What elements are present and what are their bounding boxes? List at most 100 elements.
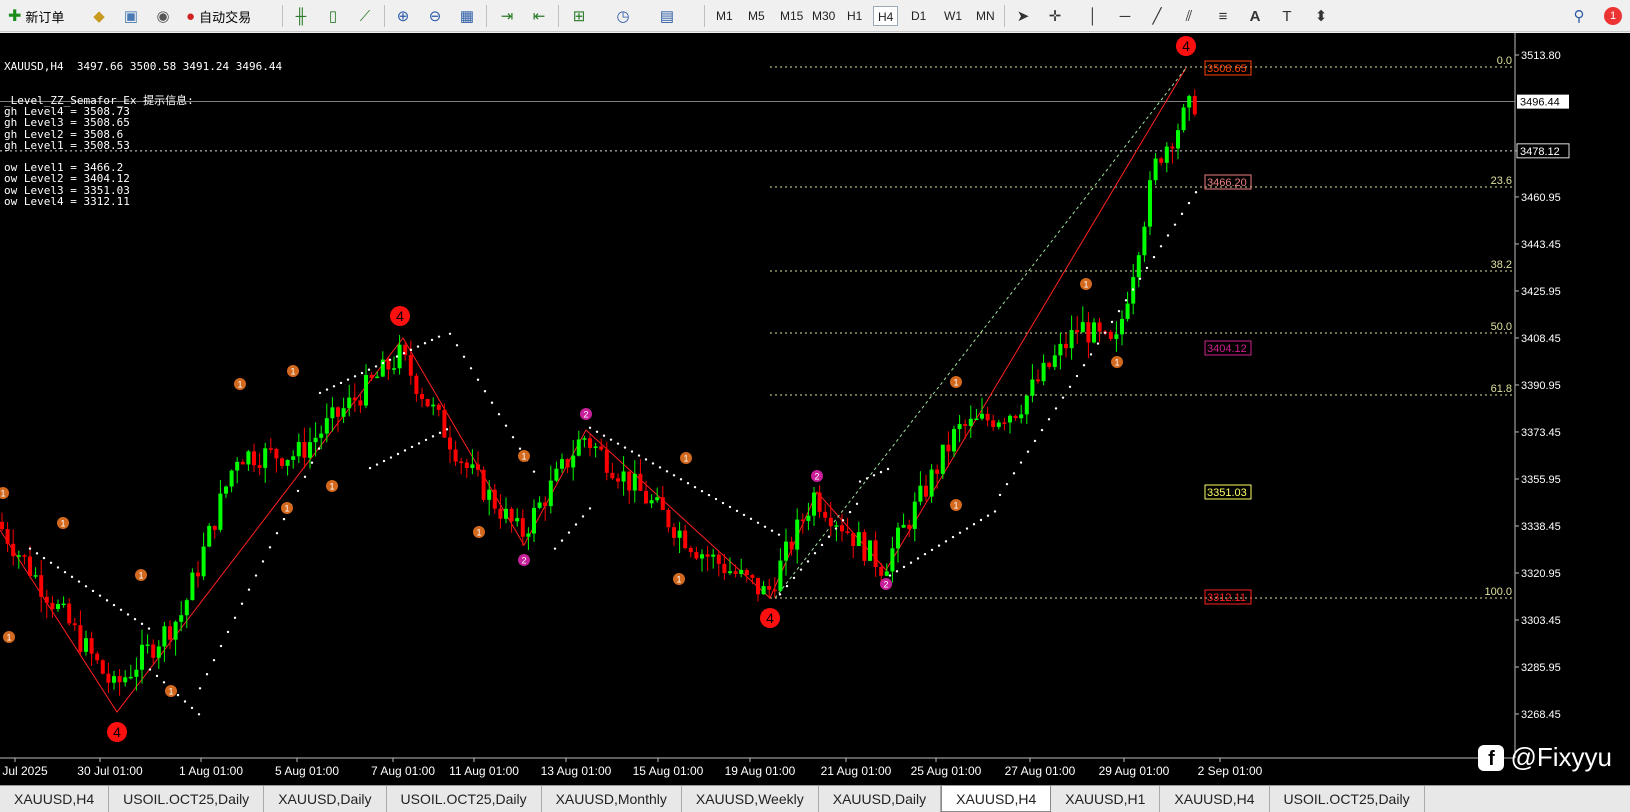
candle-body — [599, 446, 604, 450]
candle-body — [711, 554, 716, 557]
candle-body — [1080, 322, 1085, 333]
text-label-icon[interactable]: T — [1276, 5, 1298, 27]
crosshair-icon[interactable]: ✛ — [1044, 5, 1066, 27]
chart-shift-icon[interactable]: ⇤ — [528, 5, 550, 27]
timeframe-m1[interactable]: M1 — [712, 6, 737, 26]
fibonacci-level-label: 38.2 — [1491, 259, 1512, 271]
sar-dot — [430, 338, 434, 342]
sar-dot — [909, 561, 913, 564]
sar-dot — [1005, 482, 1009, 486]
equidistant-channel-icon[interactable]: ⫽ — [1178, 5, 1200, 27]
candle-body — [890, 548, 895, 572]
candle-body — [364, 374, 368, 406]
candle-body — [795, 519, 800, 550]
new-order-label: 新订单 — [25, 9, 65, 25]
candle-body — [134, 669, 139, 677]
arrows-icon[interactable]: ⬍ — [1310, 5, 1332, 27]
candle-body — [106, 673, 111, 683]
sar-dot — [972, 523, 976, 526]
chart-tab[interactable]: XAUUSD,H4 — [0, 786, 110, 812]
candle-body — [1008, 415, 1012, 423]
timeframe-m15[interactable]: M15 — [776, 6, 807, 26]
candle-body — [123, 677, 128, 683]
new-order-button[interactable]: ✚ 新订单 — [8, 4, 64, 28]
candle-body — [336, 407, 340, 417]
text-icon[interactable]: A — [1244, 5, 1266, 27]
level-box-label: 3508.65 — [1207, 63, 1247, 75]
price-chart[interactable]: 3513.80 3478.12 3460.95 3443.45 3425.95 3408.… — [0, 33, 1630, 785]
candle-body — [33, 575, 38, 577]
chart-tab[interactable]: USOIL.OCT25,Daily — [387, 786, 542, 812]
semafor-marker-label: 4 — [113, 724, 121, 740]
chart-tab[interactable]: XAUUSD,Monthly — [542, 786, 682, 812]
timeframe-mn[interactable]: MN — [972, 6, 999, 26]
horizontal-line-icon[interactable]: ─ — [1114, 5, 1136, 27]
candle-body — [655, 497, 660, 501]
time-tick-label: 25 Aug 01:00 — [911, 764, 982, 778]
candle-body — [224, 486, 228, 494]
zoom-out-icon[interactable]: ⊖ — [424, 5, 446, 27]
timeframe-m30[interactable]: M30 — [808, 6, 839, 26]
periods-icon[interactable]: ◷ — [612, 5, 634, 27]
search-icon[interactable]: ⚲ — [1568, 5, 1590, 27]
sar-dot — [665, 470, 669, 473]
candle-body — [823, 511, 828, 518]
chart-tab[interactable]: XAUUSD,Weekly — [682, 786, 819, 812]
signal-icon[interactable]: ◉ — [152, 5, 174, 27]
candle-body — [963, 424, 968, 426]
fibonacci-icon[interactable]: ≡ — [1212, 5, 1234, 27]
cursor-icon[interactable]: ➤ — [1012, 5, 1034, 27]
timeframe-d1[interactable]: D1 — [907, 6, 930, 26]
sar-dot — [303, 475, 307, 479]
candle-body — [616, 478, 620, 482]
bar-chart-icon[interactable]: ╫ — [290, 5, 312, 27]
candle-body — [901, 524, 906, 528]
chart-tab[interactable]: XAUUSD,H1 — [1051, 786, 1161, 812]
candle-chart-icon[interactable]: ▯ — [322, 5, 344, 27]
time-tick-label: 27 Aug 01:00 — [1005, 764, 1076, 778]
auto-trading-button[interactable]: ● 自动交易 — [186, 4, 251, 28]
sar-dot — [35, 552, 39, 555]
templates-icon[interactable]: ▤ — [656, 5, 678, 27]
sar-dot — [1152, 255, 1156, 259]
market-watch-icon[interactable]: ▣ — [120, 5, 142, 27]
sar-dot — [923, 552, 927, 556]
candle-body — [352, 397, 357, 401]
candle-body — [1114, 334, 1119, 339]
timeframe-w1[interactable]: W1 — [940, 6, 966, 26]
time-tick-label: Jul 2025 — [2, 764, 48, 778]
trendline-icon[interactable]: ╱ — [1146, 5, 1168, 27]
candle-body — [1192, 96, 1197, 115]
chart-tab[interactable]: USOIL.OCT25,Daily — [109, 786, 265, 812]
semafor-marker-label: 1 — [6, 633, 11, 643]
candle-body — [1092, 322, 1096, 343]
candle-body — [761, 586, 766, 595]
chart-tab[interactable]: XAUUSD,H4 — [941, 786, 1052, 812]
sar-dot — [126, 613, 130, 616]
chart-tab[interactable]: XAUUSD,H4 — [1160, 786, 1270, 812]
sar-dot — [742, 513, 746, 517]
candle-body — [229, 470, 234, 487]
candle-body — [716, 554, 721, 564]
notification-badge[interactable]: 1 — [1604, 7, 1622, 25]
chart-tab[interactable]: XAUUSD,Daily — [819, 786, 942, 812]
zoom-in-icon[interactable]: ⊕ — [392, 5, 414, 27]
candle-body — [408, 355, 413, 376]
sar-dot — [410, 445, 414, 449]
candle-body — [184, 600, 189, 616]
sar-dot — [147, 627, 151, 630]
autoscroll-icon[interactable]: ⇥ — [496, 5, 518, 27]
tile-windows-icon[interactable]: ▦ — [456, 5, 478, 27]
chart-tab[interactable]: USOIL.OCT25,Daily — [1270, 786, 1425, 812]
indicators-icon[interactable]: ⊞ — [568, 5, 590, 27]
chart-tab[interactable]: XAUUSD,Daily — [264, 786, 387, 812]
timeframe-h1[interactable]: H1 — [843, 6, 866, 26]
timeframe-h4[interactable]: H4 — [873, 6, 899, 26]
sar-dot — [1110, 320, 1114, 324]
candle-body — [235, 461, 240, 471]
line-chart-icon[interactable]: ⟋ — [354, 5, 376, 27]
vertical-line-icon[interactable]: │ — [1082, 5, 1104, 27]
level-price-label: 3478.12 — [1520, 146, 1560, 158]
gold-icon[interactable]: ◆ — [88, 5, 110, 27]
timeframe-m5[interactable]: M5 — [744, 6, 769, 26]
